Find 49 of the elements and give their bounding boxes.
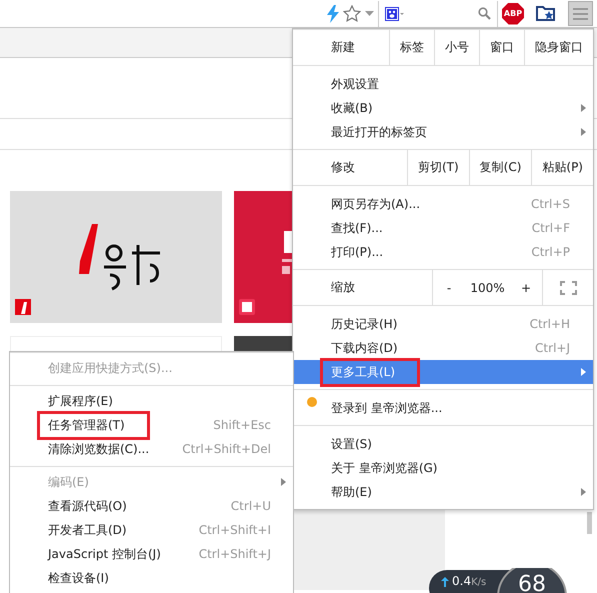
menu-action-button[interactable]: 粘贴(P) [531,150,593,185]
menu-item[interactable]: 查找(F)... Ctrl+F [293,216,593,240]
menu-item[interactable]: 最近打开的标签页 [293,120,593,144]
menu-item[interactable]: 收藏(B) [293,96,593,120]
menu-item[interactable]: 开发者工具(D) Ctrl+Shift+I [10,518,293,542]
menu-item[interactable]: 网页另存为(A)... Ctrl+S [293,192,593,216]
paw-icon[interactable] [385,6,405,20]
menu-item[interactable]: 历史记录(H) Ctrl+H [293,312,593,336]
menu-action-button[interactable]: 隐身窗口 [524,30,593,65]
menu-item[interactable]: 设置(S) [293,432,593,456]
menu-item[interactable]: JavaScript 控制台(J) Ctrl+Shift+J [10,542,293,566]
scrollbar [587,512,592,534]
zoom-out-button[interactable]: - [437,280,461,294]
star-icon[interactable] [343,4,361,22]
lightning-icon[interactable] [327,4,339,22]
menu-button[interactable] [568,1,593,26]
fullscreen-icon[interactable] [560,280,576,294]
speed-value: 0.4 [452,574,472,588]
score-gauge[interactable]: 68 [497,568,567,593]
search-field[interactable] [378,0,498,26]
search-icon[interactable] [478,7,491,20]
submenu-arrow-icon [581,104,586,112]
menu-item[interactable]: 检查设备(I) [10,566,293,590]
sign-in-item[interactable]: 登录到 皇帝浏览器... [293,396,593,420]
menu-item[interactable]: 帮助(E) [293,480,593,504]
submenu-arrow-icon [581,488,586,496]
dropdown-icon[interactable] [365,11,374,16]
menu-item[interactable]: 查看源代码(O) Ctrl+U [10,494,293,518]
adblock-button[interactable]: ABP [502,2,524,24]
submenu-arrow-icon [581,368,586,376]
submenu-arrow-icon [281,478,286,486]
upload-arrow-icon [441,577,449,587]
menu-icon [573,8,588,20]
zoom-label: 缩放 [330,279,356,296]
submenu-arrow-icon [581,128,586,136]
speed-unit: K/s [471,577,486,588]
zoom-in-button[interactable]: + [514,280,538,294]
menu-row-label[interactable]: 新建 [293,30,389,65]
menu-item[interactable]: 任务管理器(T) Shift+Esc [10,413,293,437]
menu-item[interactable]: 扩展程序(E) [10,389,293,413]
menu-item[interactable]: 清除浏览数据(C)... Ctrl+Shift+Del [10,437,293,461]
zoom-level: 100% [470,280,505,294]
menu-row-label[interactable]: 修改 [293,150,407,185]
folder-star-icon[interactable] [536,5,556,22]
menu-item[interactable]: 打印(P)... Ctrl+P [293,240,593,264]
menu-item[interactable]: 外观设置 [293,72,593,96]
menu-item[interactable]: 更多工具(L) [293,360,593,384]
menu-item[interactable]: 下载内容(D) Ctrl+J [293,336,593,360]
menu-item[interactable]: 关于 皇帝浏览器(G) [293,456,593,480]
